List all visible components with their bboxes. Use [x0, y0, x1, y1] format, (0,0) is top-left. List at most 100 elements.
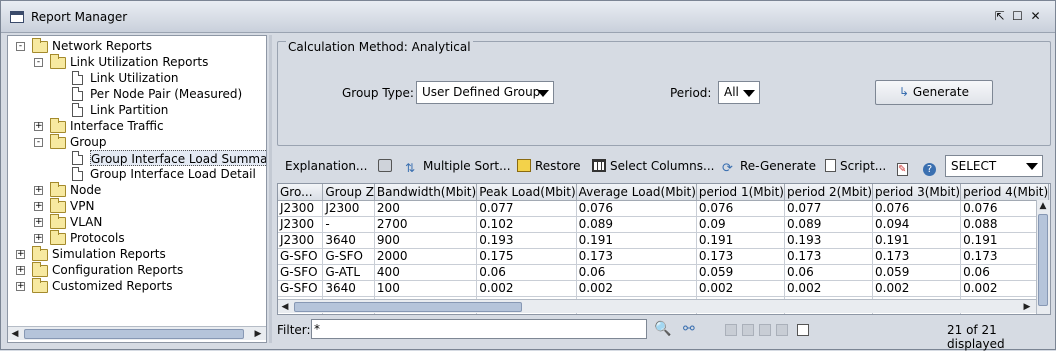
table-horizontal-scrollbar[interactable]: ◀ ▶ — [278, 299, 1036, 313]
group-type-dropdown[interactable]: User Defined Group — [416, 81, 554, 104]
column-header[interactable]: Gro... — [278, 184, 324, 201]
expand-toggle[interactable]: + — [34, 186, 43, 195]
tree-item[interactable]: Customized Reports — [52, 278, 172, 294]
tree-item[interactable]: VPN — [70, 198, 94, 214]
print-button[interactable] — [378, 157, 396, 175]
scroll-left-icon[interactable]: ◀ — [9, 328, 21, 340]
tree-item[interactable]: VLAN — [70, 214, 102, 230]
tree-item[interactable]: Simulation Reports — [52, 246, 166, 262]
restore-icon[interactable]: ⇱ — [993, 10, 1006, 23]
scroll-up-icon[interactable]: ▲ — [1037, 200, 1049, 212]
table-cell: 0.076 — [576, 200, 697, 217]
regenerate-label: Re-Generate — [740, 159, 816, 173]
expand-toggle[interactable]: + — [16, 250, 25, 259]
column-header[interactable]: Peak Load(Mbit) — [476, 184, 577, 201]
script-button[interactable]: Script... — [825, 157, 886, 175]
select-columns-button[interactable]: Select Columns... — [592, 157, 714, 175]
filter-input[interactable]: * — [311, 319, 647, 339]
table-cell: 0.06 — [784, 264, 874, 281]
table-cell: 2700 — [374, 216, 478, 233]
report-table: Gro... Group Z Bandwidth(Mbit) Peak Load(Mb… — [277, 183, 1051, 315]
tree-item[interactable]: Group — [70, 134, 107, 150]
select-dropdown[interactable]: SELECT — [945, 155, 1043, 177]
table-cell: 0.002 — [476, 280, 577, 297]
column-header[interactable]: period 1(Mbit) — [696, 184, 785, 201]
expand-toggle[interactable]: + — [34, 122, 43, 131]
collapse-toggle[interactable]: - — [34, 58, 43, 67]
table-row[interactable]: G-SFO 3640 100 0.002 0.002 0.002 0.002 0.002 0.0… — [278, 280, 1050, 297]
regenerate-button[interactable]: ⟳ Re-Generate — [722, 157, 816, 175]
table-row[interactable]: J2300 J2300 200 0.077 0.076 0.076 0.077 0.076 0.… — [278, 200, 1050, 217]
tree-item[interactable]: Network Reports — [52, 38, 152, 54]
restore-button[interactable]: Restore — [517, 157, 581, 175]
scroll-right-icon[interactable]: ▶ — [252, 328, 264, 340]
scroll-left-icon[interactable]: ◀ — [279, 301, 291, 313]
close-icon[interactable]: ✕ — [1029, 10, 1042, 23]
scroll-thumb[interactable] — [24, 329, 244, 339]
search-icon[interactable]: 🔍 — [654, 321, 671, 337]
tree-item[interactable]: Protocols — [70, 230, 125, 246]
expand-toggle[interactable]: + — [16, 266, 25, 275]
tree-item[interactable]: Link Partition — [90, 102, 168, 118]
table-row[interactable]: G-SFO G-SFO 2000 0.175 0.173 0.173 0.173 0.173 0… — [278, 248, 1050, 265]
last-page-icon[interactable] — [776, 324, 788, 336]
expand-toggle[interactable]: + — [16, 282, 25, 291]
select-value: SELECT — [951, 159, 997, 173]
tree-item[interactable]: Per Node Pair (Measured) — [90, 86, 242, 102]
multiple-sort-button[interactable]: ⇅ Multiple Sort... — [405, 157, 511, 175]
expand-toggle[interactable]: + — [34, 218, 43, 227]
column-header[interactable]: Bandwidth(Mbit) — [374, 184, 478, 201]
table-row[interactable]: J2300-27000.1020.0890.090.0890.0940.0880… — [278, 216, 1050, 233]
table-row[interactable]: J2300 3640 900 0.193 0.191 0.191 0.193 0.191 0.1… — [278, 232, 1050, 249]
column-header[interactable]: period 3(Mbit) — [872, 184, 962, 201]
panel-splitter[interactable] — [269, 35, 272, 343]
previous-page-icon[interactable] — [742, 324, 754, 336]
scroll-thumb[interactable] — [294, 302, 522, 312]
report-tree[interactable]: - Network Reports - Link Utilization Report… — [8, 36, 266, 326]
tree-item[interactable]: Node — [70, 182, 101, 198]
edit-button[interactable]: ✎ — [897, 157, 912, 176]
expand-toggle[interactable]: + — [34, 202, 43, 211]
table-cell: 0.089 — [784, 216, 874, 233]
table-cell: 900 — [374, 232, 478, 249]
column-header[interactable]: period 5 — [1048, 184, 1050, 201]
tree-item[interactable]: Configuration Reports — [52, 262, 183, 278]
select-columns-label: Select Columns... — [610, 159, 715, 173]
scroll-right-icon[interactable]: ▶ — [1021, 301, 1033, 313]
generate-button[interactable]: ↳ Generate — [875, 80, 993, 105]
find-icon[interactable]: ⚯ — [683, 321, 695, 337]
tree-item[interactable]: Interface Traffic — [70, 118, 164, 134]
tree-item[interactable]: Group Interface Load Detail — [90, 166, 256, 182]
help-button[interactable]: ? — [923, 157, 940, 176]
table-cell: 0.06 — [476, 264, 577, 281]
expand-toggle[interactable]: + — [34, 234, 43, 243]
table-cell: 0.002 — [576, 280, 697, 297]
tree-horizontal-scrollbar[interactable]: ◀ ▶ — [8, 326, 266, 340]
table-cell: G-SFO — [322, 248, 375, 265]
scroll-thumb[interactable] — [1038, 214, 1048, 306]
sort-icon: ⇅ — [405, 161, 416, 175]
table-row[interactable]: G-SFOG-ATL4000.060.060.0590.060.0590.060… — [278, 264, 1050, 281]
tree-item[interactable]: Group Interface Load Summary — [90, 150, 266, 166]
first-page-icon[interactable] — [725, 324, 737, 336]
period-dropdown[interactable]: All — [718, 81, 760, 104]
collapse-toggle[interactable]: - — [16, 42, 25, 51]
document-icon — [72, 103, 83, 117]
tree-item[interactable]: Link Utilization Reports — [70, 54, 208, 70]
page-list-icon[interactable] — [797, 324, 809, 336]
tree-item[interactable]: Link Utilization — [90, 70, 179, 86]
maximize-icon[interactable]: ☐ — [1011, 10, 1024, 23]
table-cell: 100 — [374, 280, 478, 297]
folder-icon — [32, 246, 48, 261]
collapse-toggle[interactable]: - — [34, 138, 43, 147]
column-header[interactable]: Average Load(Mbit) — [576, 184, 697, 201]
table-vertical-scrollbar[interactable]: ▲ — [1036, 200, 1050, 314]
column-header[interactable]: period 4(Mbit) — [960, 184, 1050, 201]
table-cell: 0.002 — [784, 280, 874, 297]
table-cell: 0.175 — [476, 248, 577, 265]
next-page-icon[interactable] — [759, 324, 771, 336]
column-header[interactable]: Group Z — [322, 184, 375, 201]
explanation-button[interactable]: Explanation... — [285, 157, 367, 175]
chevron-down-icon — [743, 90, 755, 97]
column-header[interactable]: period 2(Mbit) — [784, 184, 874, 201]
